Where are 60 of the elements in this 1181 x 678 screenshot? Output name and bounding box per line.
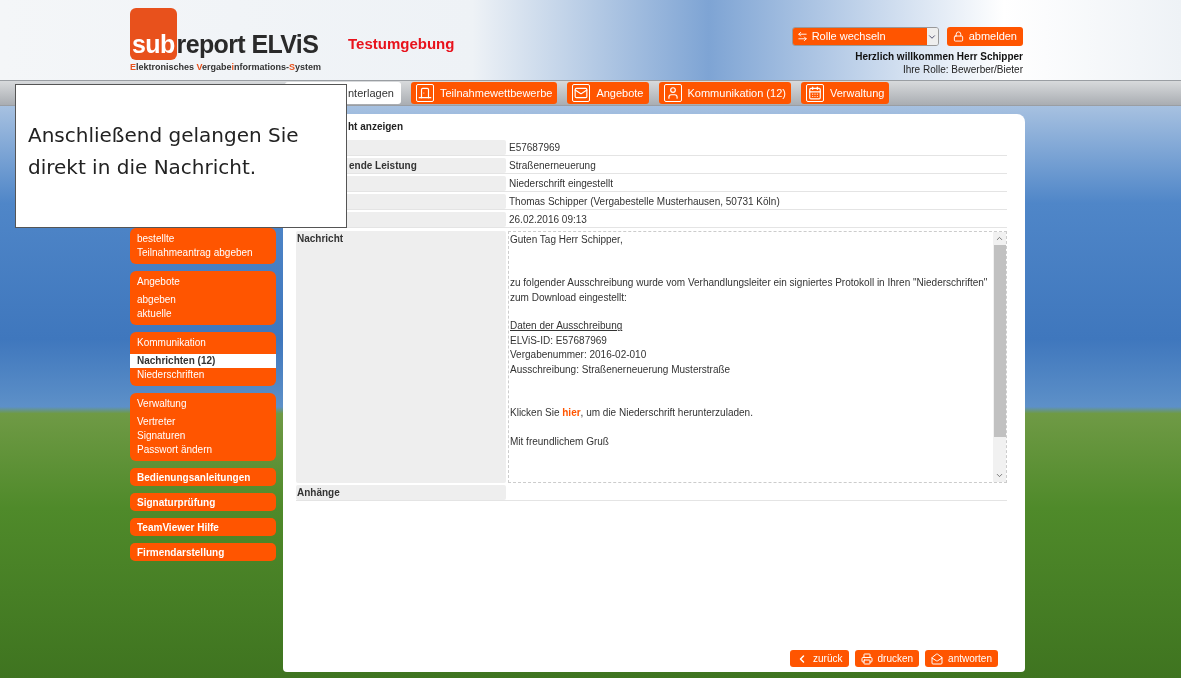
nav-tab[interactable]: Kommunikation (12) <box>658 82 791 104</box>
download-link[interactable]: hier <box>562 406 581 418</box>
message-line: zu folgender Ausschreibung wurde vom Verhandlungsleiter ein signiertes Protokoll in Ihren "Niederschriften" <box>510 276 989 291</box>
welcome-text: Herzlich willkommen Herr Schipper <box>855 50 1023 63</box>
logout-button[interactable]: abmelden <box>946 27 1023 46</box>
sidebar-link[interactable]: TeamViewer Hilfe <box>130 518 276 536</box>
value-cell-text: E57687969 <box>508 141 562 155</box>
logo-wordmark: subreport ELViS <box>130 8 319 60</box>
value-cell-text: 26.02.2016 09:13 <box>508 213 588 227</box>
sidebar-item[interactable]: aktuelle <box>130 307 276 321</box>
message-line: Ausschreibung: Straßenerneuerung Musterstraße <box>510 362 732 377</box>
role-select-value: Rolle wechseln <box>811 29 886 45</box>
logo-subtitle: Elektronisches Vergabeinformations-System <box>130 61 322 73</box>
scroll-up-icon <box>995 234 1004 243</box>
sidebar-item[interactable]: bestellte <box>130 232 276 246</box>
nav-tab[interactable]: Angebote <box>567 82 649 104</box>
message-line: Mit freundlichem Gruß <box>510 434 610 449</box>
envelope-icon <box>931 652 944 665</box>
sidebar-item[interactable]: Niederschriften <box>130 368 276 382</box>
scrollbar[interactable] <box>993 232 1006 482</box>
sidebar-link[interactable]: Bedienungsanleitungen <box>130 468 276 486</box>
printer-icon <box>860 652 873 665</box>
lock-icon <box>952 31 964 42</box>
sidebar-item[interactable]: abgeben <box>130 293 276 307</box>
door-icon <box>417 86 432 100</box>
message-line: ELViS-ID: E57687969 <box>510 333 608 348</box>
message-line: Guten Tag Herr Schipper, <box>510 233 624 247</box>
sidebar-item[interactable]: Vertreter <box>130 415 276 429</box>
sidebar-item[interactable]: Teilnahmeantrag abgeben <box>130 246 276 260</box>
person-icon <box>665 86 680 100</box>
sidebar-group-title: Kommunikation <box>136 336 207 350</box>
panel-title: ht anzeigen <box>347 120 404 134</box>
environment-label: Testumgebung <box>348 34 455 54</box>
sidebar-item[interactable]: Passwort ändern <box>130 443 276 457</box>
message-line: Daten der Ausschreibung <box>510 319 624 334</box>
nav-tab[interactable]: Teilnahmewettbewerbe <box>410 82 558 104</box>
value-cell-text: Straßenerneuerung <box>508 159 597 173</box>
sidebar-link[interactable]: Firmendarstellung <box>130 543 276 561</box>
nav-tab[interactable]: Verwaltung <box>800 82 890 104</box>
action-button[interactable]: drucken <box>854 650 920 667</box>
action-button[interactable]: zurück <box>790 650 849 667</box>
label-cell: Nachricht <box>296 231 506 483</box>
value-cell-text: Thomas Schipper (Vergabestelle Musterhausen, 50731 Köln) <box>508 195 781 209</box>
value-cell-text: Niederschrift eingestellt <box>508 177 614 191</box>
role-text: Ihre Rolle: Bewerber/Bieter <box>902 63 1023 76</box>
sidebar-item[interactable]: Signaturen <box>130 429 276 443</box>
calendar-icon <box>807 86 822 100</box>
sidebar-group-title: Angebote <box>136 275 181 289</box>
sidebar-link[interactable]: Signaturprüfung <box>130 493 276 511</box>
message-line: Vergabenummer: 2016-02-010 <box>510 348 648 363</box>
scroll-down-icon <box>995 471 1004 480</box>
envelope-icon <box>574 86 589 100</box>
role-select[interactable]: Rolle wechseln <box>791 27 939 46</box>
message-line: zum Download eingestellt: <box>510 290 628 305</box>
message-line: Klicken Sie hier, um die Niederschrift herunterzuladen. <box>510 405 754 420</box>
sidebar-group-title: Verwaltung <box>136 397 188 411</box>
sidebar-item[interactable]: Nachrichten (12) <box>130 354 276 368</box>
label-cell: Anhänge <box>296 485 506 500</box>
action-button[interactable]: antworten <box>925 650 998 667</box>
arrows-icon <box>796 31 808 42</box>
